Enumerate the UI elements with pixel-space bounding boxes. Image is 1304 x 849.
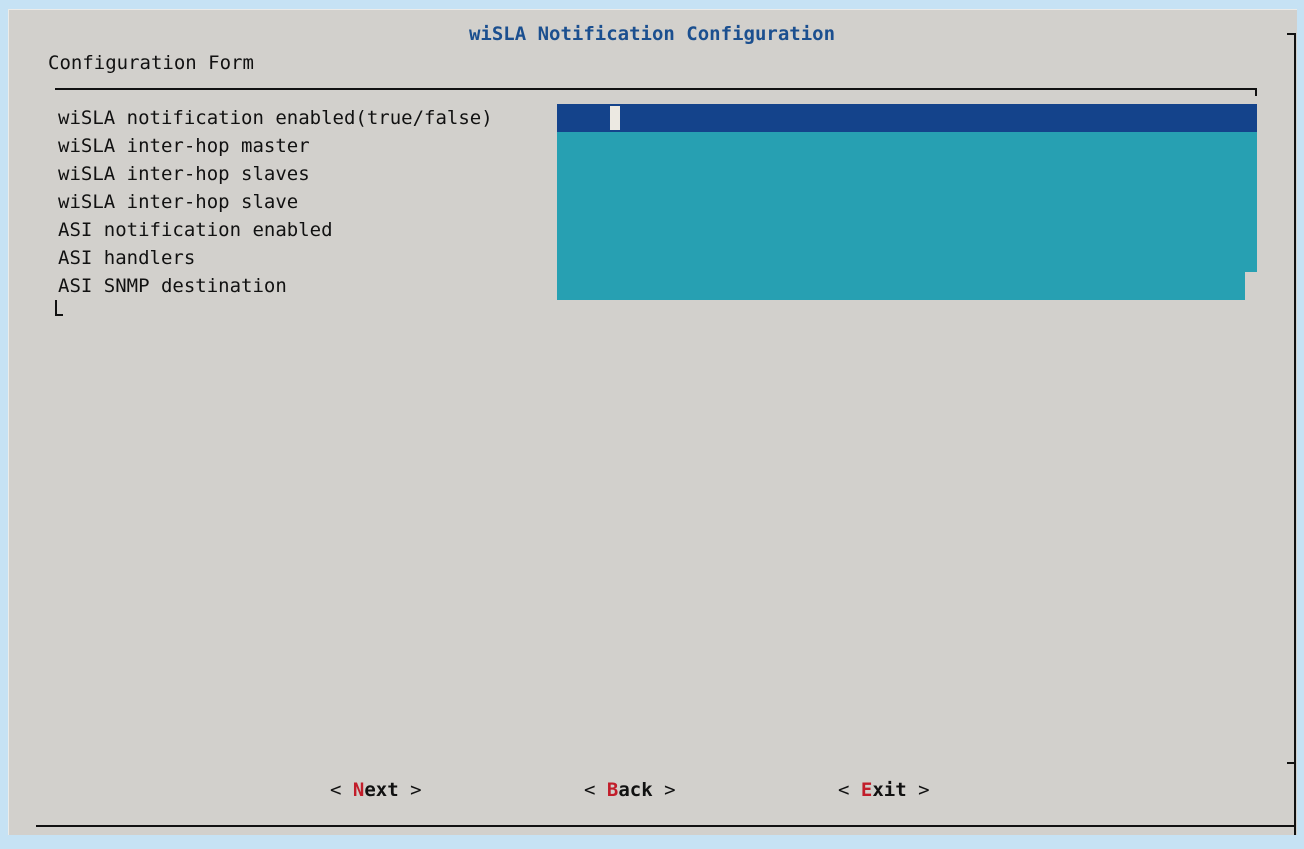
- form-labels: wiSLA notification enabled(true/false) w…: [58, 104, 493, 300]
- field-input-asi-handlers[interactable]: genericSnmp: [557, 244, 1257, 297]
- field-input-wisla-inter-hop-slaves[interactable]: [557, 160, 1257, 188]
- field-input-wisla-notification-enabled[interactable]: true: [557, 104, 1257, 160]
- button-bar: < Next > < Back > < Exit >: [0, 776, 1304, 804]
- hotkey-letter: N: [352, 779, 365, 801]
- dialog-title: wiSLA Notification Configuration: [468, 23, 836, 45]
- field-label-wisla-inter-hop-master: wiSLA inter-hop master: [58, 135, 310, 157]
- button-bracket: <: [584, 779, 607, 801]
- button-bracket: >: [652, 779, 676, 801]
- field-label-wisla-inter-hop-slaves: wiSLA inter-hop slaves: [58, 163, 310, 185]
- hotkey-letter: E: [860, 779, 873, 801]
- back-button[interactable]: < Back >: [584, 776, 676, 804]
- field-label-asi-snmp-destination: ASI SNMP destination: [58, 275, 287, 297]
- form-border-top: [55, 88, 1257, 90]
- dialog-shadow-bottom: [36, 825, 1294, 827]
- field-label-asi-handlers: ASI handlers: [58, 247, 196, 269]
- form-border-corner: [1255, 88, 1257, 96]
- field-label-wisla-notification-enabled: wiSLA notification enabled(true/false): [58, 107, 493, 129]
- dialog-shadow-right: [1294, 33, 1296, 835]
- button-bracket: <: [838, 779, 861, 801]
- field-label-asi-notification-enabled: ASI notification enabled: [58, 219, 333, 241]
- text-cursor: [610, 106, 620, 130]
- form-subtitle: Configuration Form: [48, 52, 254, 74]
- next-button[interactable]: < Next >: [330, 776, 422, 804]
- exit-button[interactable]: < Exit >: [838, 776, 930, 804]
- button-label: xit: [872, 779, 907, 801]
- field-input-wisla-inter-hop-slave[interactable]: false: [557, 188, 1257, 241]
- button-bracket: >: [906, 779, 930, 801]
- button-label: ack: [618, 779, 653, 801]
- form-border-bottom-corner: [55, 314, 63, 316]
- button-bracket: <: [330, 779, 353, 801]
- field-input-asi-notification-enabled[interactable]: false: [557, 216, 1257, 269]
- field-input-wisla-inter-hop-master[interactable]: [557, 132, 1257, 160]
- button-bracket: >: [398, 779, 422, 801]
- dialog-border-bottom-corner: [1287, 762, 1295, 764]
- button-label: ext: [364, 779, 399, 801]
- field-label-wisla-inter-hop-slave: wiSLA inter-hop slave: [58, 191, 299, 213]
- field-input-asi-snmp-destination[interactable]: [557, 272, 1245, 300]
- hotkey-letter: B: [606, 779, 619, 801]
